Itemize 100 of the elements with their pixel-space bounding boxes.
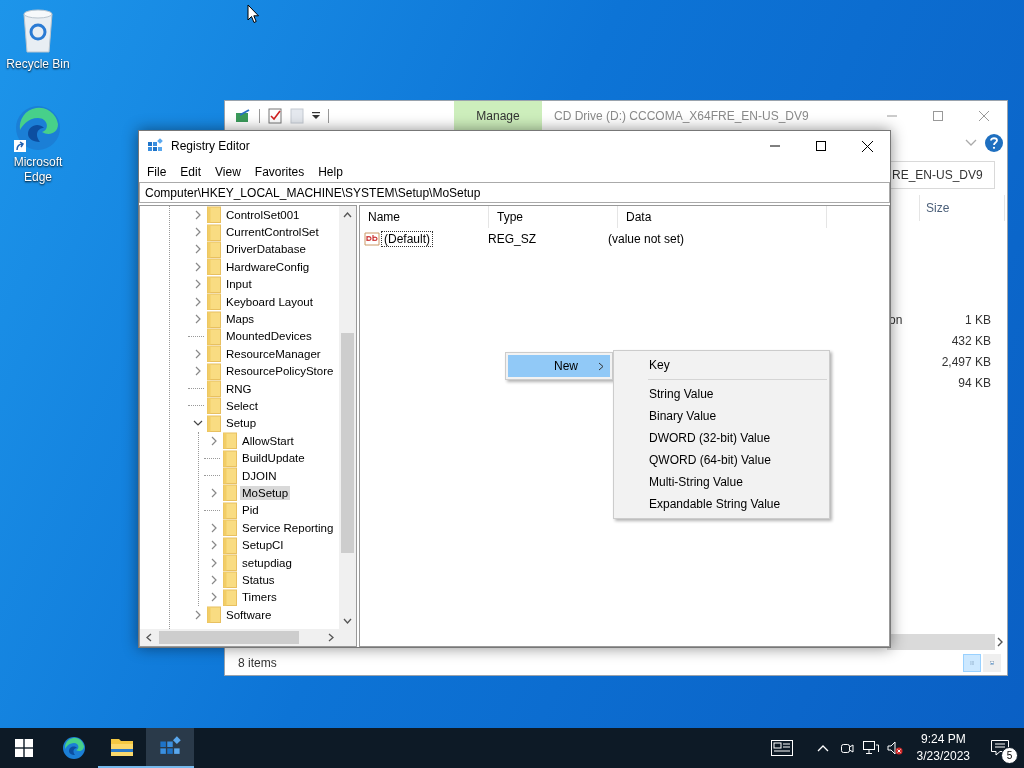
tree-item[interactable]: MoSetup <box>240 485 291 500</box>
scroll-down-icon[interactable] <box>343 617 352 624</box>
table-cell: (value not set) <box>608 232 685 246</box>
folder-icon <box>223 484 237 502</box>
tree-item[interactable]: setupdiag <box>240 555 294 570</box>
tree-item[interactable]: ResourcePolicyStore <box>224 364 336 379</box>
tree-item[interactable]: Service Reporting <box>240 520 336 535</box>
menu-item[interactable]: New <box>508 355 610 377</box>
chevron-right-icon <box>598 361 604 371</box>
folder-icon <box>207 310 221 328</box>
tree-item[interactable]: Input <box>224 277 254 292</box>
mouse-cursor-icon <box>247 4 260 24</box>
tree-item[interactable]: CurrentControlSet <box>224 225 321 240</box>
folder-icon <box>207 327 221 345</box>
scroll-up-icon[interactable] <box>343 211 352 218</box>
tree-item[interactable]: Pid <box>240 503 261 518</box>
scrollbar-thumb[interactable] <box>887 634 995 650</box>
tree-item[interactable]: HardwareConfig <box>224 259 312 274</box>
tree-item[interactable]: Timers <box>240 590 279 605</box>
table-cell: 2,497 KB <box>941 354 991 369</box>
folder-icon <box>223 571 237 589</box>
tree-item[interactable]: Setup <box>224 416 259 431</box>
menu-item[interactable]: Expandable String Value <box>616 493 827 515</box>
volume-muted-icon[interactable] <box>886 741 903 755</box>
news-icon[interactable] <box>770 740 793 756</box>
string-value-icon <box>364 231 380 247</box>
tree-item[interactable]: DriverDatabase <box>224 242 308 257</box>
menu-item[interactable]: Help <box>311 164 350 179</box>
folder-icon <box>207 293 221 311</box>
network-icon[interactable] <box>862 741 879 755</box>
folder-icon <box>207 362 221 380</box>
folder-icon <box>207 206 221 224</box>
edge-shortcut-icon <box>14 104 62 152</box>
tree-item[interactable]: Maps <box>224 312 257 327</box>
value-name[interactable]: (Default) <box>381 231 433 247</box>
menu-item[interactable]: File <box>140 164 174 179</box>
notification-badge: 5 <box>1001 747 1018 764</box>
table-cell: REG_SZ <box>488 232 536 246</box>
tree-item[interactable]: DJOIN <box>240 468 279 483</box>
folder-icon <box>223 467 237 485</box>
column-header[interactable]: Name <box>360 206 489 228</box>
chevron-right-icon[interactable] <box>995 636 1005 648</box>
tree-item[interactable]: ControlSet001 <box>224 207 302 222</box>
tree-item[interactable]: Keyboard Layout <box>224 294 315 309</box>
ribbon-tab[interactable]: Manage <box>454 101 542 131</box>
folder-icon <box>223 536 237 554</box>
menu-item[interactable]: String Value <box>616 383 827 405</box>
status-text: 8 items <box>238 656 277 670</box>
properties-icon[interactable] <box>235 109 251 123</box>
help-icon[interactable] <box>985 134 1003 152</box>
scroll-right-icon[interactable] <box>327 633 334 642</box>
scroll-left-icon[interactable] <box>145 633 152 642</box>
address-field[interactable]: Computer\HKEY_LOCAL_MACHINE\SYSTEM\Setup\MoSetup <box>139 182 890 203</box>
chevron-up-icon[interactable] <box>816 744 829 752</box>
folder-icon <box>223 519 237 537</box>
taskbar-app-button[interactable] <box>146 728 194 768</box>
tree-item[interactable]: BuildUpdate <box>240 451 307 466</box>
camera-icon[interactable] <box>839 741 854 755</box>
close-icon[interactable] <box>861 140 873 152</box>
tree-item[interactable]: MountedDevices <box>224 329 314 344</box>
dropdown-caret-icon[interactable] <box>312 112 320 120</box>
folder-icon <box>207 606 221 624</box>
scrollbar-thumb[interactable] <box>159 631 299 644</box>
column-header[interactable]: Data <box>618 206 827 228</box>
clock[interactable]: 9:24 PM 3/23/2023 <box>906 731 980 765</box>
folder-icon <box>223 449 237 467</box>
folder-icon <box>207 240 221 258</box>
table-cell: 432 KB <box>951 333 991 348</box>
tree-item[interactable]: ResourceManager <box>224 346 323 361</box>
tree-item[interactable]: Select <box>224 399 260 413</box>
tree-item[interactable]: Status <box>240 572 277 587</box>
folder-icon <box>207 345 221 363</box>
folder-icon <box>207 258 221 276</box>
windows-logo-icon[interactable] <box>15 739 33 757</box>
menu-item[interactable]: Favorites <box>247 164 312 179</box>
menu-item[interactable]: Key <box>616 354 827 376</box>
folder-icon <box>207 414 221 432</box>
menu-item[interactable]: Multi-String Value <box>616 471 827 493</box>
table-cell: 94 KB <box>958 375 991 390</box>
checklist-icon[interactable] <box>268 108 282 124</box>
menu-item[interactable]: QWORD (64-bit) Value <box>616 449 827 471</box>
menu-item[interactable]: Edit <box>173 164 209 179</box>
menu-item[interactable]: View <box>208 164 248 179</box>
menu-item[interactable]: Binary Value <box>616 405 827 427</box>
tree-item[interactable]: AllowStart <box>240 433 296 448</box>
notification-icon[interactable] <box>991 740 1009 756</box>
registry-cubes-icon <box>147 138 163 154</box>
tree-item[interactable]: Software <box>224 607 274 622</box>
window-title: CD Drive (D:) CCCOMA_X64FRE_EN-US_DV9 <box>554 109 810 123</box>
folder-icon <box>207 380 221 398</box>
tree-item[interactable]: RNG <box>224 381 254 396</box>
column-header[interactable]: Size <box>919 195 1005 221</box>
folder-icon <box>207 223 221 241</box>
tree-item[interactable]: SetupCI <box>240 538 286 553</box>
scrollbar-thumb[interactable] <box>341 333 354 553</box>
folder-icon <box>223 501 237 519</box>
column-header[interactable]: Type <box>489 206 618 228</box>
folder-icon <box>207 397 221 415</box>
maximize-icon[interactable] <box>816 141 826 151</box>
menu-item[interactable]: DWORD (32-bit) Value <box>616 427 827 449</box>
